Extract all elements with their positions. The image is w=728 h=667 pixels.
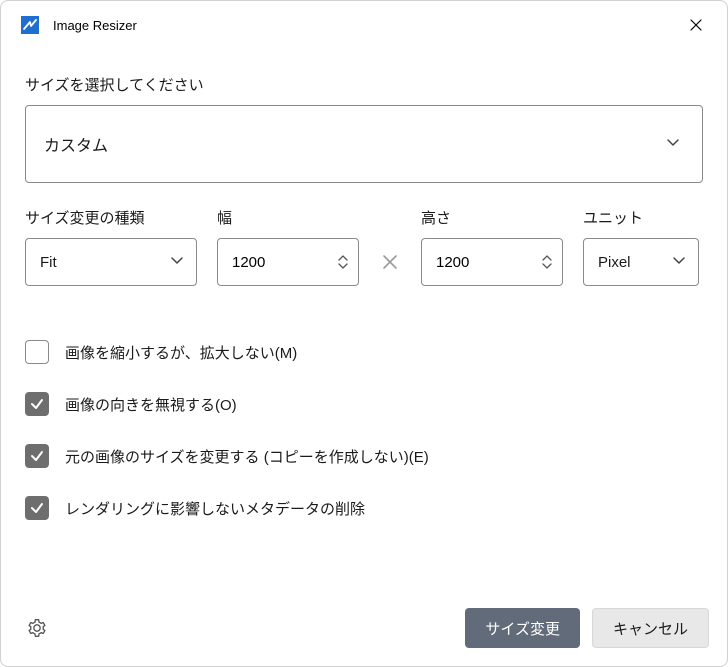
window-title: Image Resizer (53, 18, 673, 33)
chevron-up-icon (338, 255, 348, 261)
close-icon (690, 19, 702, 31)
times-separator (379, 238, 401, 286)
checkbox-box (25, 444, 49, 468)
check-icon (30, 449, 44, 463)
width-label: 幅 (217, 207, 359, 228)
height-label: 高さ (421, 207, 563, 228)
footer: サイズ変更 キャンセル (1, 596, 727, 666)
checkbox-ignore-orientation[interactable]: 画像の向きを無視する(O) (25, 392, 703, 416)
size-select-dropdown[interactable]: カスタム (25, 105, 703, 183)
chevron-down-icon (672, 253, 686, 271)
height-field: 高さ (421, 207, 563, 286)
checkbox-list: 画像を縮小するが、拡大しない(M) 画像の向きを無視する(O) 元の画像のサイズ… (25, 340, 703, 520)
size-select-label: サイズを選択してください (25, 74, 703, 95)
height-value[interactable] (436, 254, 516, 271)
check-icon (30, 397, 44, 411)
height-input[interactable] (421, 238, 563, 286)
checkbox-box (25, 496, 49, 520)
checkbox-label: 画像の向きを無視する(O) (65, 394, 237, 415)
checkbox-label: 元の画像のサイズを変更する (コピーを作成しない)(E) (65, 446, 429, 467)
checkbox-label: 画像を縮小するが、拡大しない(M) (65, 342, 297, 363)
settings-button[interactable] (23, 614, 51, 642)
checkbox-resize-original[interactable]: 元の画像のサイズを変更する (コピーを作成しない)(E) (25, 444, 703, 468)
checkbox-label: レンダリングに影響しないメタデータの削除 (65, 498, 365, 519)
chevron-up-icon (542, 255, 552, 261)
unit-label: ユニット (583, 207, 699, 228)
checkbox-shrink-only[interactable]: 画像を縮小するが、拡大しない(M) (25, 340, 703, 364)
app-icon (21, 16, 39, 34)
width-input[interactable] (217, 238, 359, 286)
checkbox-box (25, 392, 49, 416)
width-spinner[interactable] (338, 255, 348, 269)
checkbox-box (25, 340, 49, 364)
multiply-icon (379, 238, 401, 286)
resize-type-field: サイズ変更の種類 Fit (25, 207, 197, 286)
content-area: サイズを選択してください カスタム サイズ変更の種類 Fit 幅 (1, 49, 727, 520)
unit-value: Pixel (598, 254, 631, 271)
resize-type-label: サイズ変更の種類 (25, 207, 197, 228)
chevron-down-icon (170, 253, 184, 271)
params-row: サイズ変更の種類 Fit 幅 高さ (25, 207, 703, 286)
height-spinner[interactable] (542, 255, 552, 269)
chevron-down-icon (666, 135, 680, 153)
close-button[interactable] (673, 9, 719, 41)
chevron-down-icon (338, 263, 348, 269)
cancel-button[interactable]: キャンセル (592, 608, 709, 648)
titlebar: Image Resizer (1, 1, 727, 49)
unit-field: ユニット Pixel (583, 207, 699, 286)
resize-type-value: Fit (40, 254, 57, 271)
size-select-value: カスタム (44, 132, 108, 156)
resize-button[interactable]: サイズ変更 (465, 608, 580, 648)
width-value[interactable] (232, 254, 312, 271)
chevron-down-icon (542, 263, 552, 269)
width-field: 幅 (217, 207, 359, 286)
unit-dropdown[interactable]: Pixel (583, 238, 699, 286)
checkbox-remove-metadata[interactable]: レンダリングに影響しないメタデータの削除 (25, 496, 703, 520)
check-icon (30, 501, 44, 515)
gear-icon (27, 618, 47, 638)
resize-type-dropdown[interactable]: Fit (25, 238, 197, 286)
